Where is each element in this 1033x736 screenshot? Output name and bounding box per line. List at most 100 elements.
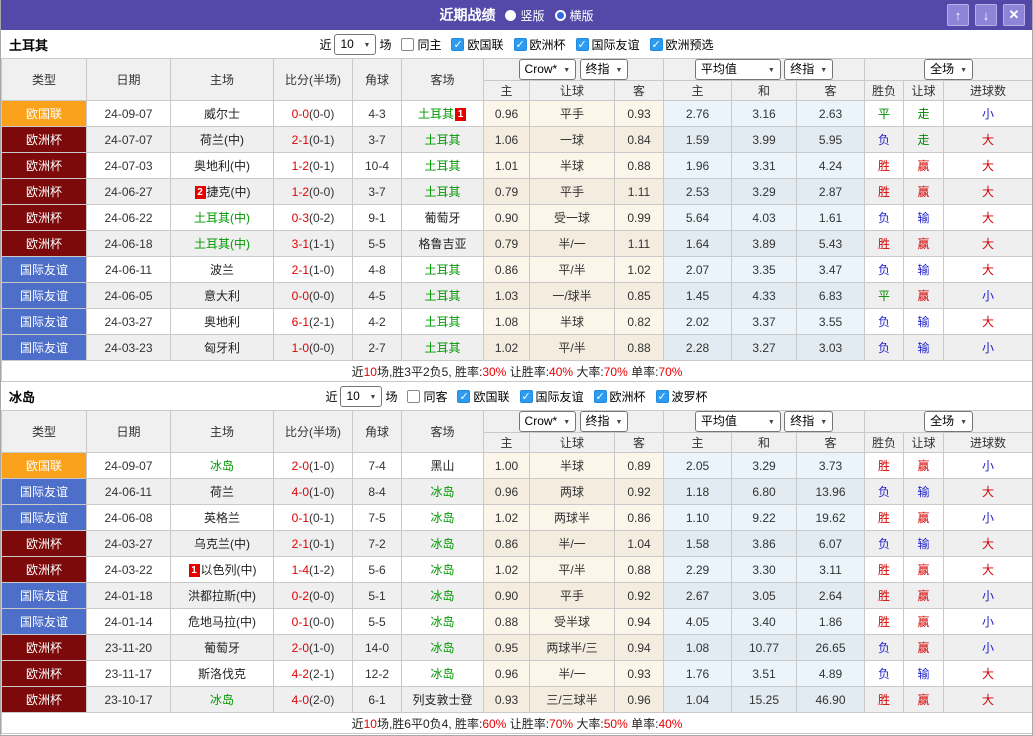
competition-checkbox[interactable]: [594, 390, 607, 403]
match-count-select[interactable]: 10: [334, 34, 376, 55]
away-team: 列支敦士登: [402, 687, 484, 713]
away-team: 冰岛: [402, 609, 484, 635]
competition-label: 欧洲杯: [610, 388, 646, 405]
competition-checkbox[interactable]: [576, 38, 589, 51]
avg-time-select[interactable]: 终指: [784, 59, 833, 80]
result-outcome: 胜: [865, 687, 904, 713]
halftime-score: (0-1): [309, 537, 334, 551]
competition-checkbox[interactable]: [514, 38, 527, 51]
fulltime-score: 3-1: [292, 237, 309, 251]
match-score: 0-1(0-0): [274, 609, 353, 635]
team-name: 匈牙利: [204, 341, 240, 355]
avg-away: 13.96: [797, 479, 865, 505]
match-row: 欧洲杯24-03-27乌克兰(中)2-1(0-1)7-2冰岛0.86半/一1.0…: [2, 531, 1033, 557]
competition-checkbox[interactable]: [656, 390, 669, 403]
match-count-select[interactable]: 10: [340, 386, 382, 407]
avg-away: 6.07: [797, 531, 865, 557]
match-date: 24-07-07: [87, 127, 171, 153]
result-goals: 大: [944, 687, 1033, 713]
layout-horizontal-option[interactable]: 横版: [555, 7, 594, 24]
home-team: 匈牙利: [171, 335, 274, 361]
result-outcome: 平: [865, 101, 904, 127]
competition-checkbox[interactable]: [457, 390, 470, 403]
section-header-team-a: 土耳其 近 10 场 同主 欧国联 欧洲杯 国际友谊 欧洲预选: [1, 30, 1032, 58]
col-type: 类型: [2, 59, 87, 101]
team-name: 黑山: [430, 459, 454, 473]
move-down-button[interactable]: ↓: [975, 4, 997, 26]
results-table-team-b: 类型 日期 主场 比分(半场) 角球 客场 Crow* 终指 平均值 终指 全场: [1, 410, 1033, 734]
competition-checkbox[interactable]: [650, 38, 663, 51]
match-score: 0-1(0-1): [274, 505, 353, 531]
avg-source-select[interactable]: 平均值: [695, 411, 781, 432]
odds-source-select[interactable]: Crow*: [519, 411, 577, 432]
avg-source-select[interactable]: 平均值: [695, 59, 781, 80]
odds-time-select[interactable]: 终指: [580, 411, 629, 432]
odds-time-select[interactable]: 终指: [580, 59, 629, 80]
odds-away: 1.02: [615, 257, 664, 283]
odds-away: 0.88: [615, 557, 664, 583]
odds-away: 0.99: [615, 205, 664, 231]
odds-source-select[interactable]: Crow*: [519, 59, 577, 80]
col-avg-draw: 和: [732, 433, 797, 453]
match-date: 24-06-22: [87, 205, 171, 231]
match-row: 欧洲杯23-10-17冰岛4-0(2-0)6-1列支敦士登0.93三/三球半0.…: [2, 687, 1033, 713]
competition-checkbox[interactable]: [451, 38, 464, 51]
avg-home: 2.67: [664, 583, 732, 609]
home-team: 危地马拉(中): [171, 609, 274, 635]
avg-draw: 3.05: [732, 583, 797, 609]
col-date: 日期: [87, 59, 171, 101]
odds-home: 0.79: [484, 179, 530, 205]
corner-score: 4-3: [353, 101, 402, 127]
odds-home: 1.02: [484, 505, 530, 531]
halftime-score: (1-0): [309, 459, 334, 473]
filter-recent-label: 近: [319, 36, 331, 53]
move-up-button[interactable]: ↑: [947, 4, 969, 26]
avg-time-select[interactable]: 终指: [784, 411, 833, 432]
col-avg-home: 主: [664, 81, 732, 101]
same-venue-checkbox[interactable]: [401, 38, 414, 51]
odds-handicap: 两球半/三: [530, 635, 615, 661]
competition-checkbox[interactable]: [520, 390, 533, 403]
radio-unchecked-icon[interactable]: [505, 10, 516, 21]
avg-home: 2.02: [664, 309, 732, 335]
page-title: 近期战绩: [439, 5, 495, 25]
fulltime-score: 2-1: [292, 133, 309, 147]
corner-score: 4-8: [353, 257, 402, 283]
close-button[interactable]: ✕: [1003, 4, 1025, 26]
col-avg-away: 客: [797, 433, 865, 453]
odds-away: 0.94: [615, 635, 664, 661]
radio-checked-icon[interactable]: [555, 10, 566, 21]
odds-time-value: 终指: [586, 62, 610, 77]
match-score: 2-0(1-0): [274, 635, 353, 661]
team-name: 土耳其: [424, 341, 460, 355]
match-score: 0-2(0-0): [274, 583, 353, 609]
fulltime-score: 1-0: [292, 341, 309, 355]
layout-vertical-option[interactable]: 竖版: [505, 7, 544, 24]
competition-label: 国际友谊: [536, 388, 584, 405]
result-outcome: 平: [865, 283, 904, 309]
result-handicap: 走: [904, 101, 944, 127]
team-name: 冰岛: [430, 485, 454, 499]
odds-source-value: Crow*: [525, 414, 558, 429]
titlebar-center: 近期战绩 竖版 横版: [1, 5, 1032, 25]
away-team: 冰岛: [402, 661, 484, 687]
odds-handicap: 平手: [530, 583, 615, 609]
halftime-score: (0-1): [309, 159, 334, 173]
match-score: 1-0(0-0): [274, 335, 353, 361]
corner-score: 5-5: [353, 609, 402, 635]
avg-home: 1.04: [664, 687, 732, 713]
odds-away: 0.94: [615, 609, 664, 635]
avg-home: 1.10: [664, 505, 732, 531]
scope-select[interactable]: 全场: [924, 59, 973, 80]
competition-type-badge: 欧洲杯: [2, 205, 87, 231]
col-result-outcome: 胜负: [865, 81, 904, 101]
scope-select[interactable]: 全场: [924, 411, 973, 432]
halftime-score: (1-2): [309, 563, 334, 577]
team-name: 乌克兰(中): [194, 537, 250, 551]
match-score: 2-1(0-1): [274, 127, 353, 153]
odds-home: 0.96: [484, 661, 530, 687]
same-venue-checkbox[interactable]: [407, 390, 420, 403]
match-count-value: 10: [340, 37, 353, 52]
corner-score: 6-1: [353, 687, 402, 713]
result-handicap: 赢: [904, 635, 944, 661]
